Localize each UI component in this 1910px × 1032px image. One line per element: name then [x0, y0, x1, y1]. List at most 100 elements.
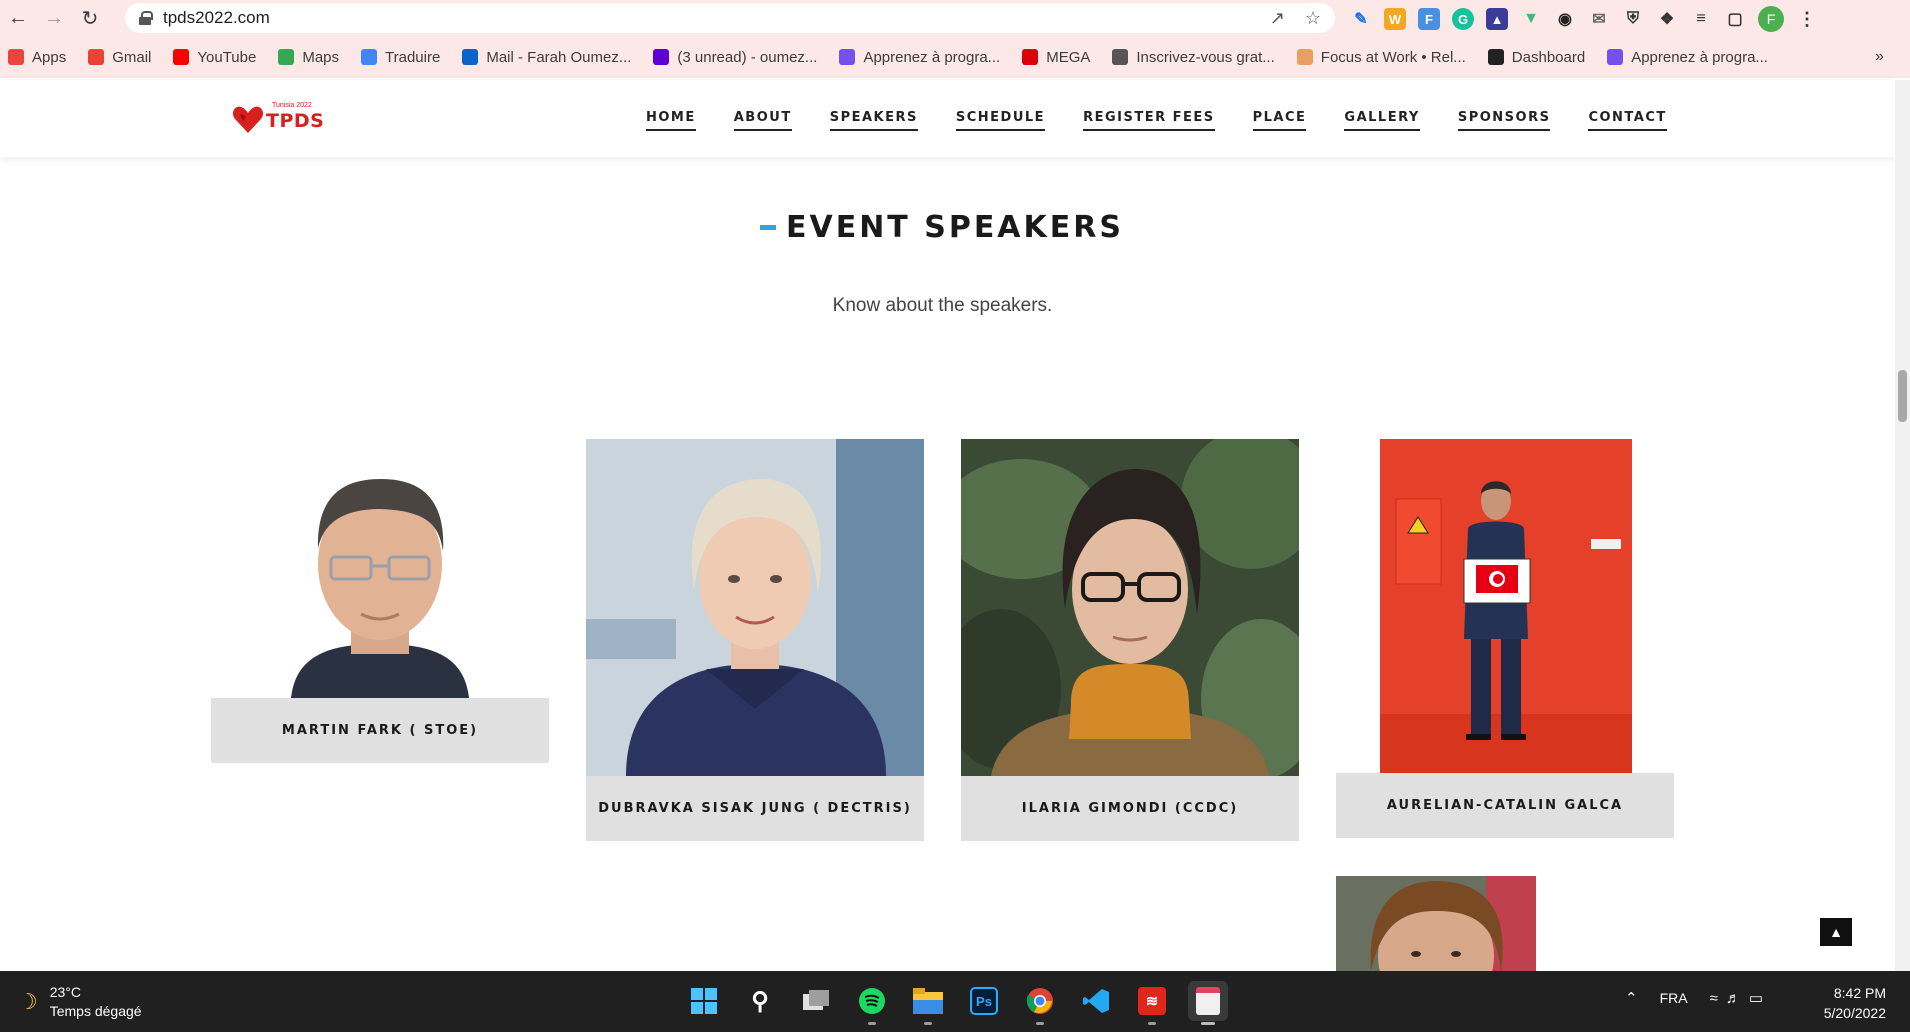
bookmark-item[interactable]: ■ YouTube	[173, 49, 256, 66]
wifi-icon[interactable]: ≈	[1710, 990, 1718, 1007]
battery-icon[interactable]: ▭	[1749, 989, 1763, 1007]
bookmark-label: Apprenez à progra...	[863, 48, 1001, 66]
fl-extension-icon[interactable]: F	[1418, 8, 1440, 30]
bookmark-item[interactable]: ■ Gmail	[88, 49, 151, 66]
section-title: EVENT SPEAKERS	[760, 210, 1124, 245]
speaker-name-label: MARTIN FARK ( STOE)	[211, 698, 549, 763]
w-extension-icon[interactable]: W	[1384, 8, 1406, 30]
bookmarks-bar: ■ Apps ■ Gmail ■ YouTube ■ Maps ■ Traduire ■ Mail -…	[0, 36, 1910, 78]
speaker-photo-ilaria-gimondi[interactable]	[961, 439, 1299, 776]
bookmark-label: Gmail	[112, 48, 152, 66]
bookmark-item[interactable]: ■ Apps	[8, 49, 66, 66]
file-explorer-icon[interactable]	[908, 981, 948, 1025]
spotify-icon[interactable]	[852, 981, 892, 1025]
bookmark-item[interactable]: ■ Inscrivez-vous grat...	[1112, 48, 1275, 66]
maps-icon: ■	[278, 49, 295, 65]
bookmark-star-icon[interactable]: ☆	[1305, 8, 1321, 29]
bookmark-label: Maps	[302, 48, 340, 66]
url-text[interactable]: tpds2022.com	[163, 8, 270, 28]
task-view-icon[interactable]	[796, 981, 836, 1021]
weather-condition: Temps dégagé	[49, 1003, 142, 1019]
bookmark-label: (3 unread) - oumez...	[677, 48, 818, 66]
windows-taskbar: ☽ 23°C Temps dégagé ⚲ Ps ≋ ⌃ FRA ≈ ♬ ▭ 8…	[0, 971, 1910, 1032]
reading-list-icon[interactable]: ≡	[1690, 8, 1712, 30]
bookmark-item[interactable]: ■ Apprenez à progra...	[1607, 49, 1768, 66]
speaker-photo-martin-fark[interactable]	[211, 439, 549, 698]
mail-extension-icon[interactable]: ✉	[1588, 8, 1610, 30]
shield-extension-icon[interactable]: ⛨	[1622, 8, 1644, 30]
volume-icon[interactable]: ♬	[1726, 990, 1741, 1007]
bookmark-item[interactable]: ■ (3 unread) - oumez...	[653, 49, 817, 66]
bookmark-label: Inscrivez-vous grat...	[1136, 48, 1275, 66]
nav-link-sponsors[interactable]: SPONSORS	[1457, 110, 1551, 131]
bookmark-item[interactable]: ■ Maps	[278, 49, 339, 66]
nav-link-schedule[interactable]: SCHEDULE	[955, 110, 1046, 131]
logo-heart-icon	[232, 106, 264, 133]
temperature: 23°C	[49, 984, 82, 1000]
panda-extension-icon[interactable]: ◉	[1554, 8, 1576, 30]
system-clock[interactable]: 8:42 PM 5/20/2022	[1816, 983, 1886, 1023]
graduation-cap-icon[interactable]: ▲	[1486, 8, 1508, 30]
side-panel-icon[interactable]: ▢	[1724, 8, 1746, 30]
puzzle-extensions-icon[interactable]: ❖	[1656, 8, 1678, 30]
bookmark-item[interactable]: ■ Focus at Work • Rel...	[1296, 49, 1466, 66]
section-subtitle: Know about the speakers.	[832, 295, 1053, 316]
pen-extension-icon[interactable]: ✎	[1350, 8, 1372, 30]
main-menu: HOME ABOUT SPEAKERS SCHEDULE REGISTER FEES PL…	[646, 110, 1705, 131]
nav-link-contact[interactable]: CONTACT	[1588, 110, 1667, 131]
bookmark-label: Traduire	[385, 48, 441, 66]
share-icon[interactable]: ↗	[1270, 8, 1285, 29]
nav-link-place[interactable]: PLACE	[1252, 110, 1307, 131]
nav-link-home[interactable]: HOME	[646, 110, 696, 131]
bookmark-label: Apprenez à progra...	[1631, 48, 1768, 66]
bookmarks-overflow-icon[interactable]: »	[1875, 48, 1896, 66]
reload-icon[interactable]: ↻	[72, 0, 108, 36]
clock-date: 5/20/2022	[1823, 1005, 1886, 1021]
cisco-icon: ■	[1112, 49, 1129, 65]
nav-link-register-fees[interactable]: REGISTER FEES	[1083, 110, 1215, 131]
address-bar[interactable]: tpds2022.com ↗ ☆	[125, 3, 1335, 33]
bookmark-item[interactable]: ■ Mail - Farah Oumez...	[462, 49, 631, 66]
input-language[interactable]: FRA	[1660, 990, 1688, 1006]
bookmark-item[interactable]: ■ Dashboard	[1487, 49, 1585, 66]
bookmark-item[interactable]: ■ Apprenez à progra...	[839, 49, 1000, 66]
snipping-tool-icon[interactable]	[1188, 981, 1228, 1025]
forward-arrow-icon[interactable]: →	[36, 0, 72, 36]
speaker-photo-dubravka-sisak-jung[interactable]	[586, 439, 924, 776]
nav-link-gallery[interactable]: GALLERY	[1344, 110, 1420, 131]
nav-link-speakers[interactable]: SPEAKERS	[829, 110, 918, 131]
menu-kebab-icon[interactable]: ⋮	[1796, 8, 1818, 30]
search-icon[interactable]: ⚲	[740, 981, 780, 1021]
speaker-photo-aurelian-catalin-galca[interactable]	[1336, 439, 1674, 773]
back-arrow-icon[interactable]: ←	[0, 0, 36, 36]
gmail-icon: ■	[88, 49, 105, 65]
acrobat-icon[interactable]: ≋	[1132, 981, 1172, 1025]
scrollbar-thumb[interactable]	[1898, 370, 1907, 422]
speaker-name-label: DUBRAVKA SISAK JUNG ( DECTRIS)	[586, 776, 924, 841]
tray-chevron-up-icon[interactable]: ⌃	[1625, 989, 1638, 1007]
bookmark-item[interactable]: ■ Traduire	[361, 49, 440, 66]
profile-avatar[interactable]: F	[1758, 6, 1784, 32]
tpds-logo[interactable]: Tunisia 2022 TPDS	[232, 98, 324, 140]
bookmark-item[interactable]: ■ MEGA	[1022, 49, 1090, 66]
weather-widget[interactable]: ☽ 23°C Temps dégagé	[18, 983, 142, 1021]
title-accent-dash	[760, 225, 776, 230]
moodle-icon: ■	[1487, 49, 1504, 65]
nav-link-about[interactable]: ABOUT	[733, 110, 792, 131]
back-to-top-button[interactable]: ▲	[1820, 918, 1852, 946]
vue-extension-icon[interactable]: ▼	[1520, 8, 1542, 30]
yahoo-mail-icon: ■	[653, 49, 670, 65]
bookmark-label: YouTube	[197, 48, 257, 66]
grammarly-icon[interactable]: G	[1452, 8, 1474, 30]
openclassrooms-icon: ■	[839, 49, 856, 65]
page-scrollbar[interactable]	[1895, 80, 1910, 971]
page-title: EVENT SPEAKERS	[786, 210, 1124, 245]
openclassrooms-icon: ■	[1607, 49, 1624, 65]
photoshop-icon[interactable]: Ps	[964, 981, 1004, 1021]
chrome-icon[interactable]	[1020, 981, 1060, 1025]
vscode-icon[interactable]	[1076, 981, 1116, 1021]
site-header: Tunisia 2022 TPDS HOME ABOUT SPEAKERS SCHED…	[0, 80, 1895, 157]
mega-icon: ■	[1022, 49, 1039, 65]
speaker-photo-fifth[interactable]	[1336, 876, 1536, 971]
windows-start-icon[interactable]	[684, 981, 724, 1021]
